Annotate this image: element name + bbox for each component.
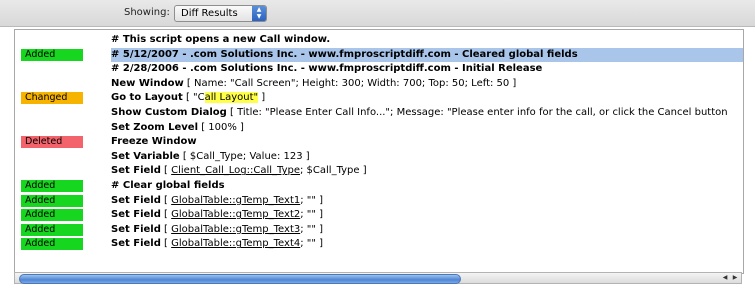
view-select[interactable]: Diff Results ▲ ▼ (174, 5, 267, 22)
script-step-fragment: all Layout" (204, 92, 259, 104)
script-step-text: Set Field [ Client_Call_Log::Call_Type; … (111, 164, 367, 178)
script-step-fragment: [ (160, 223, 172, 235)
script-step-fragment: [ (160, 209, 172, 221)
script-step-fragment: # 5/12/2007 - .com Solutions Inc. - www.… (111, 48, 578, 60)
script-step-text: Go to Layout [ "Call Layout" ] (111, 91, 265, 105)
field-reference-link[interactable]: GlobalTable::gTemp_Text2 (171, 209, 300, 220)
diff-status-badge: Added (21, 238, 83, 251)
script-step-row[interactable]: Set Zoom Level [ 100% ] (15, 121, 743, 135)
script-step-fragment: [ " (182, 92, 198, 104)
script-step-text: Set Zoom Level [ 100% ] (111, 121, 244, 135)
view-select-value: Diff Results (181, 8, 238, 19)
script-step-row[interactable]: Set Field [ Client_Call_Log::Call_Type; … (15, 164, 743, 178)
script-step-text: Set Variable [ $Call_Type; Value: 123 ] (111, 150, 310, 164)
script-step-text: # This script opens a new Call window. (111, 33, 330, 47)
script-step-fragment: # This script opens a new Call window. (111, 34, 331, 45)
script-step-row[interactable]: Added Set Field [ GlobalTable::gTemp_Text… (15, 223, 743, 237)
script-step-fragment: Set Field (111, 238, 161, 250)
script-step-row[interactable]: New Window [ Name: "Call Screen"; Height… (15, 77, 743, 91)
script-step-text: # 2/28/2006 - .com Solutions Inc. - www.… (111, 62, 542, 76)
scrollbar-thumb[interactable] (19, 274, 461, 284)
script-step-fragment: # 2/28/2006 - .com Solutions Inc. - www.… (111, 63, 543, 75)
horizontal-scrollbar[interactable]: ◀ ▶ (14, 272, 742, 284)
diff-status-badge: Added (21, 223, 83, 236)
script-step-text: # Clear global fields (111, 179, 225, 193)
diff-results-list[interactable]: # This script opens a new Call window. Ad… (14, 29, 744, 274)
script-step-fragment: [ $Call_Type; Value: 123 ] (179, 150, 310, 162)
script-step-fragment: Set Field (111, 223, 161, 235)
script-step-text: Set Field [ GlobalTable::gTemp_Text4; ""… (111, 237, 323, 251)
script-step-row[interactable]: Deleted Freeze Window (15, 135, 743, 149)
toolbar: Showing: Diff Results ▲ ▼ (0, 0, 755, 27)
script-step-fragment: Freeze Window (111, 136, 197, 148)
script-step-fragment: [ (160, 165, 172, 177)
script-step-row[interactable]: Set Variable [ $Call_Type; Value: 123 ] (15, 150, 743, 164)
script-step-row[interactable]: Added Set Field [ GlobalTable::gTemp_Text… (15, 194, 743, 208)
script-step-fragment: [ Name: "Call Screen"; Height: 300; Widt… (183, 77, 517, 89)
script-step-fragment: Set Variable (111, 150, 180, 162)
script-step-fragment: [ 100% ] (198, 121, 244, 133)
script-step-fragment: # Clear global fields (111, 180, 225, 191)
script-step-row[interactable]: # This script opens a new Call window. (15, 33, 743, 47)
diff-status-badge: Added (21, 48, 83, 61)
script-step-fragment: [ (160, 238, 172, 250)
script-step-fragment: [ (160, 194, 172, 206)
script-step-fragment: New Window (111, 77, 184, 89)
diff-status-badge: Added (21, 180, 83, 192)
script-step-fragment: Set Field (111, 165, 161, 177)
script-step-text: # 5/12/2007 - .com Solutions Inc. - www.… (111, 48, 578, 62)
script-step-row[interactable]: Added Set Field [ GlobalTable::gTemp_Text… (15, 208, 743, 222)
showing-label: Showing: (124, 7, 170, 18)
diff-status-badge: Added (21, 209, 83, 222)
script-step-fragment: ] (258, 92, 266, 104)
arrow-right-icon[interactable]: ▶ (730, 273, 740, 283)
script-step-row[interactable]: Added # 5/12/2007 - .com Solutions Inc. -… (15, 47, 743, 62)
field-reference-link[interactable]: Client_Call_Log::Call_Type (171, 165, 300, 176)
script-step-fragment: Show Custom Dialog (111, 107, 227, 118)
script-step-fragment: ; "" ] (300, 194, 324, 206)
script-step-fragment: [ Title: "Please Enter Call Info..."; Me… (226, 107, 728, 118)
script-step-text: Show Custom Dialog [ Title: "Please Ente… (111, 106, 728, 120)
field-reference-link[interactable]: GlobalTable::gTemp_Text4 (171, 238, 300, 249)
script-step-text: Set Field [ GlobalTable::gTemp_Text1; ""… (111, 194, 323, 208)
diff-status-badge: Added (21, 194, 83, 207)
script-step-row[interactable]: # 2/28/2006 - .com Solutions Inc. - www.… (15, 62, 743, 76)
field-reference-link[interactable]: GlobalTable::gTemp_Text3 (171, 224, 300, 235)
script-step-row[interactable]: Changed Go to Layout [ "Call Layout" ] (15, 91, 743, 105)
script-step-text: New Window [ Name: "Call Screen"; Height… (111, 77, 516, 91)
script-step-fragment: Set Zoom Level (111, 121, 199, 133)
script-step-text: Set Field [ GlobalTable::gTemp_Text2; ""… (111, 208, 323, 222)
script-step-fragment: ; "" ] (300, 209, 324, 221)
script-step-fragment: ; $Call_Type ] (300, 165, 367, 177)
arrow-left-icon[interactable]: ◀ (720, 273, 730, 283)
up-down-arrows-icon: ▲ ▼ (252, 6, 266, 21)
diff-status-badge: Changed (21, 92, 83, 105)
field-reference-link[interactable]: GlobalTable::gTemp_Text1 (171, 195, 300, 206)
script-step-fragment: ; "" ] (300, 238, 324, 250)
diff-status-badge: Deleted (21, 136, 83, 149)
script-step-fragment: Set Field (111, 209, 161, 221)
script-step-row[interactable]: Added Set Field [ GlobalTable::gTemp_Text… (15, 237, 743, 251)
script-step-row[interactable]: Added # Clear global fields (15, 179, 743, 193)
script-step-fragment: ; "" ] (300, 223, 324, 235)
script-step-fragment: C (197, 92, 205, 104)
script-step-text: Set Field [ GlobalTable::gTemp_Text3; ""… (111, 223, 323, 237)
script-step-fragment: Go to Layout (111, 92, 183, 104)
script-step-text: Freeze Window (111, 135, 197, 149)
script-step-fragment: Set Field (111, 194, 161, 206)
script-step-row[interactable]: Show Custom Dialog [ Title: "Please Ente… (15, 106, 743, 120)
